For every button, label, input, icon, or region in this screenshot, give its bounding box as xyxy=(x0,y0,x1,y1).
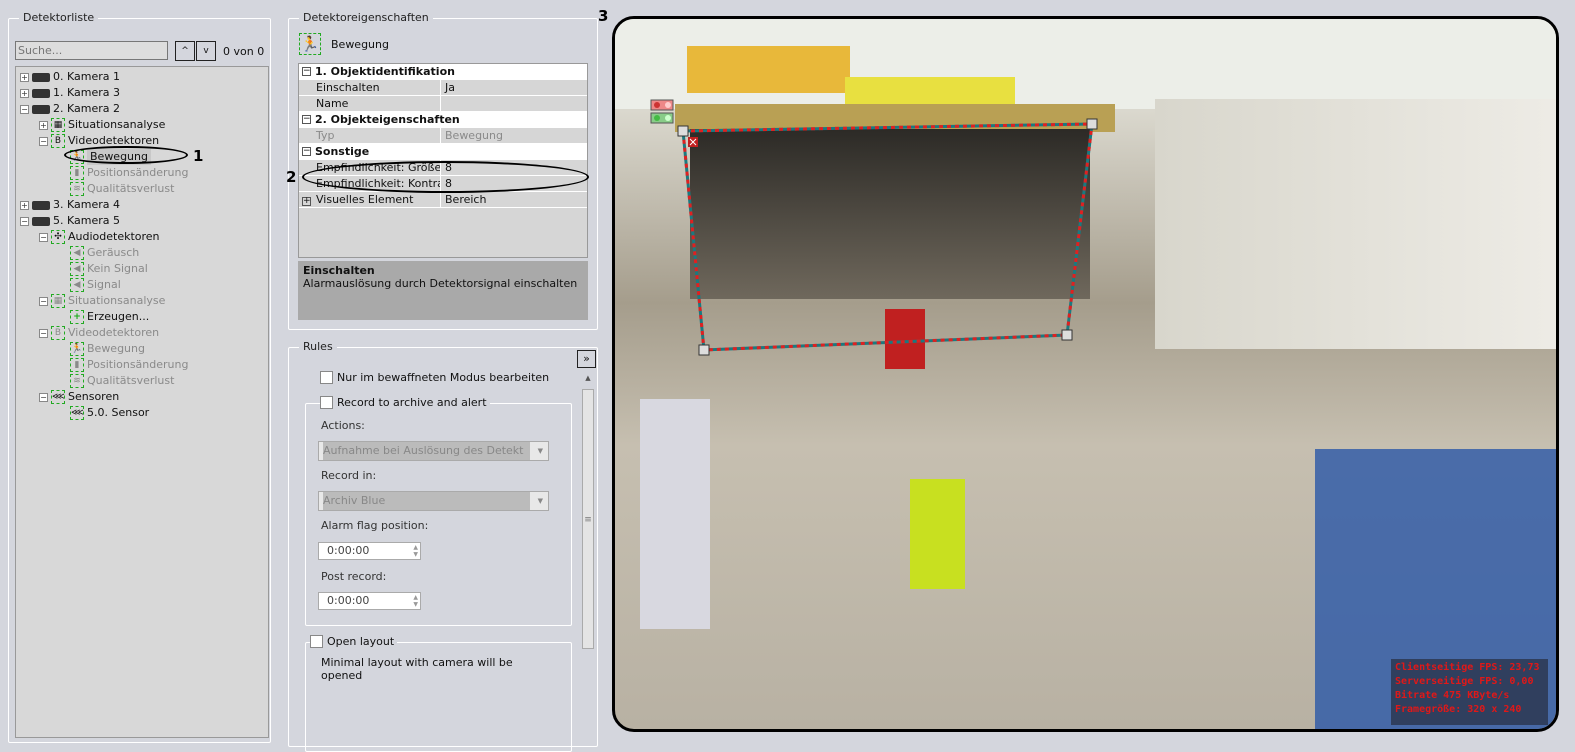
zone-handle[interactable] xyxy=(698,344,710,356)
video-stats-overlay: Clientseitige FPS: 23,73 Serverseitige F… xyxy=(1391,659,1548,725)
frame-size: Framegröße: 320 x 240 xyxy=(1395,704,1522,715)
alarm-state-icons[interactable] xyxy=(650,99,674,124)
zone-handle[interactable] xyxy=(1086,118,1098,130)
detection-zone[interactable] xyxy=(0,0,1575,738)
zone-delete-icon[interactable] xyxy=(688,137,698,147)
client-fps: Clientseitige FPS: 23,73 xyxy=(1395,662,1540,673)
zone-handle[interactable] xyxy=(677,125,689,137)
zone-handle[interactable] xyxy=(1061,329,1073,341)
bitrate: Bitrate 475 KByte/s xyxy=(1395,690,1510,701)
server-fps: Serverseitige FPS: 0,00 xyxy=(1395,676,1534,687)
